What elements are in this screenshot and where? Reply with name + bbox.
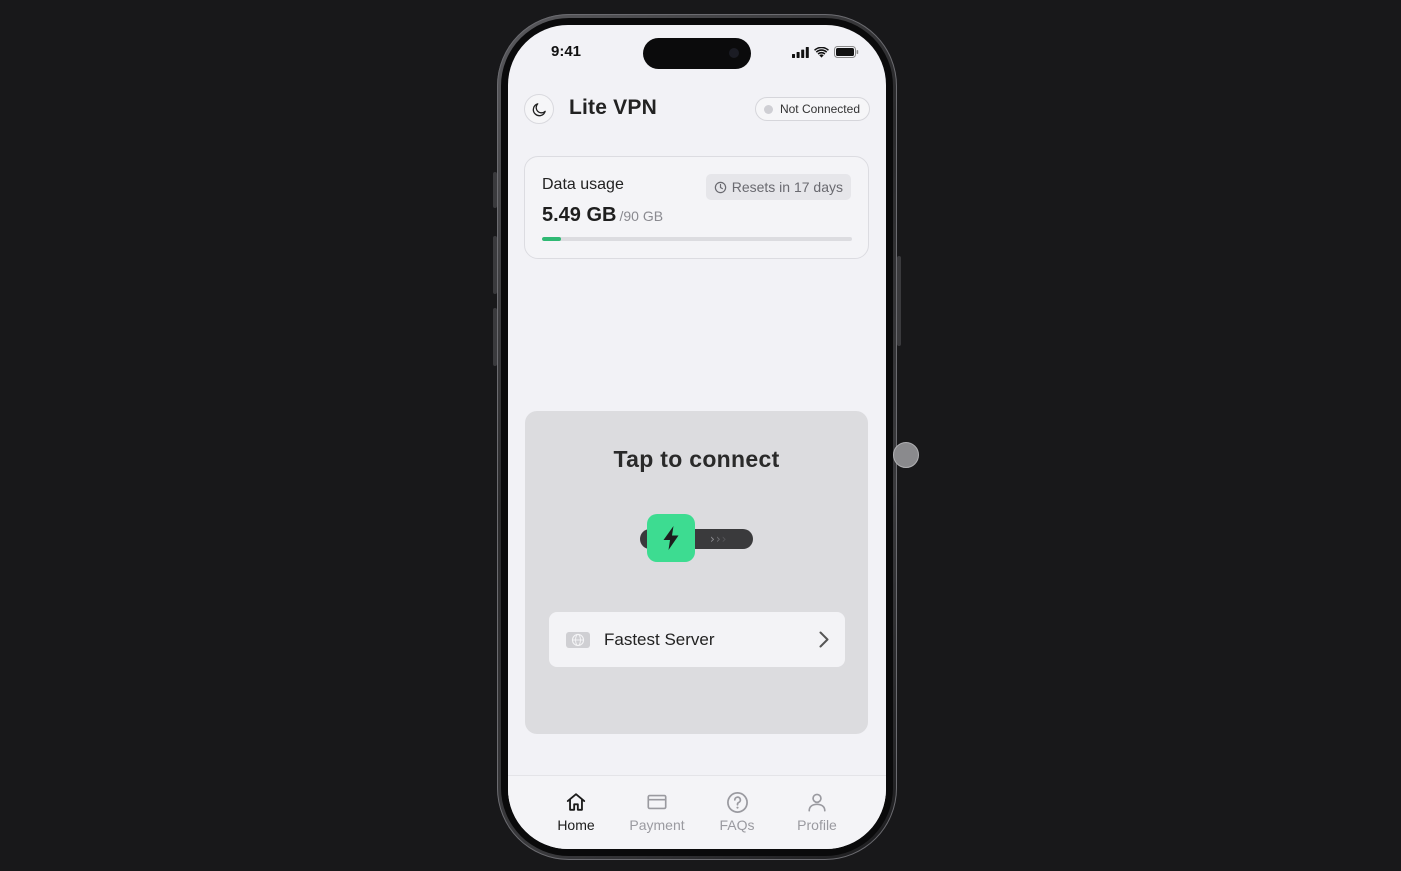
reset-pill: Resets in 17 days <box>705 174 851 200</box>
moon-icon <box>532 102 546 116</box>
status-time: 9:41 <box>551 43 582 60</box>
reset-text: Resets in 17 days <box>731 179 843 195</box>
theme-toggle-button[interactable] <box>524 94 554 124</box>
connect-slider-knob[interactable] <box>647 514 695 562</box>
wifi-icon <box>814 46 829 58</box>
connect-card: Tap to connect ››› Fastest Server <box>525 411 868 734</box>
phone-screen: 9:41 Lite VPN Not Connected Data usage R… <box>508 25 886 849</box>
usage-values: 5.49 GB/90 GB <box>542 204 663 227</box>
tab-faqs[interactable]: FAQs <box>697 790 777 833</box>
usage-progress-track <box>542 237 852 241</box>
app-header: Lite VPN Not Connected <box>524 93 870 125</box>
data-usage-label: Data usage <box>542 176 624 193</box>
status-icons <box>792 46 859 58</box>
tab-home[interactable]: Home <box>536 790 616 833</box>
stage: 9:41 Lite VPN Not Connected Data usage R… <box>0 0 1401 871</box>
dynamic-island <box>643 38 751 69</box>
server-flag <box>566 631 590 648</box>
cellular-signal-icon <box>792 46 809 58</box>
lightning-bolt-icon <box>663 526 679 550</box>
tab-faqs-label: FAQs <box>719 817 755 833</box>
server-label: Fastest Server <box>604 629 715 649</box>
connection-status-badge: Not Connected <box>754 97 870 121</box>
home-icon <box>566 793 586 811</box>
battery-icon <box>834 46 859 58</box>
usage-progress-fill <box>542 237 561 241</box>
app-title: Lite VPN <box>569 96 657 119</box>
card-icon <box>647 794 667 810</box>
usage-used: 5.49 GB <box>542 204 617 226</box>
clock-icon <box>714 181 726 193</box>
globe-icon <box>571 633 585 646</box>
user-icon <box>808 793 826 812</box>
connect-title: Tap to connect <box>613 446 780 472</box>
tab-profile-label: Profile <box>797 817 837 833</box>
slider-arrows-icon: ››› <box>710 532 728 546</box>
chevron-right-icon <box>819 631 829 648</box>
status-dot-icon <box>763 104 773 114</box>
front-camera <box>729 48 739 58</box>
tab-payment-label: Payment <box>629 817 685 833</box>
tab-profile[interactable]: Profile <box>777 790 857 833</box>
tab-payment[interactable]: Payment <box>617 790 697 833</box>
tab-bar: Home Payment FAQs Profile <box>508 775 886 849</box>
tab-home-label: Home <box>557 817 595 833</box>
connection-status-text: Not Connected <box>779 102 860 116</box>
power-button <box>897 256 901 346</box>
server-select-button[interactable]: Fastest Server <box>549 612 845 667</box>
data-usage-card: Data usage Resets in 17 days 5.49 GB/90 … <box>524 156 869 259</box>
touch-cursor <box>893 442 919 468</box>
usage-total: /90 GB <box>619 208 664 224</box>
question-icon <box>726 791 748 813</box>
